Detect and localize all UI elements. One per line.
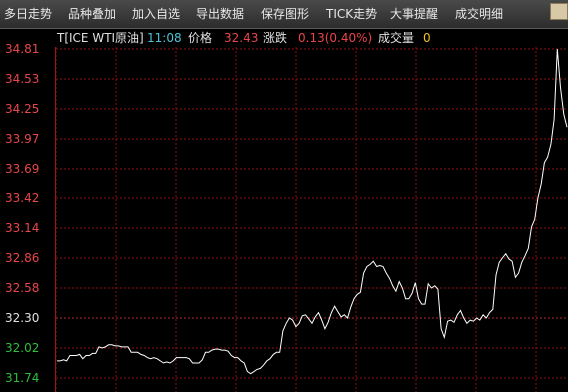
price-chart: 34.81 34.53 34.25 33.97 33.69 33.42 33.14 32.86… [5, 42, 568, 392]
y-tick-label: 33.14 [5, 221, 39, 235]
y-tick-label: 32.02 [5, 341, 39, 355]
y-tick-label: 34.81 [5, 42, 39, 56]
y-tick-label: 32.58 [5, 281, 39, 295]
y-tick-label: 34.25 [5, 102, 39, 116]
price-axis: 34.81 34.53 34.25 33.97 33.69 33.42 33.14 32.86… [5, 42, 39, 385]
y-tick-label: 33.69 [5, 162, 39, 176]
price-line [57, 48, 568, 375]
quote-chart-window: 多日走势 品种叠加 加入自选 导出数据 保存图形 TICK走势 大事提醒 成交明… [0, 0, 568, 392]
chart-grid [55, 47, 568, 392]
y-tick-label: 32.86 [5, 251, 39, 265]
y-tick-label: 31.74 [5, 371, 39, 385]
y-tick-label: 33.97 [5, 132, 39, 146]
y-tick-label: 32.30 [5, 311, 39, 325]
y-tick-label: 33.42 [5, 191, 39, 205]
y-tick-label: 34.53 [5, 72, 39, 86]
